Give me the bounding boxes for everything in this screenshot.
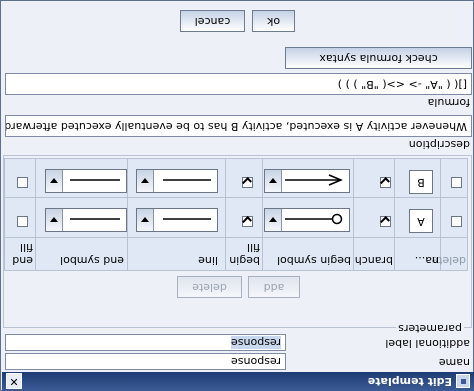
ok-button[interactable]: ok [252,10,295,32]
name-value: response [231,355,281,368]
row-divider [5,197,467,198]
header-line: line [198,254,218,267]
row-a-name: A [417,215,425,228]
additional-label-value: response [231,336,281,349]
row-b-branch-checkbox[interactable] [380,177,391,188]
col-divider [262,159,263,270]
row-a-begin-fill-checkbox[interactable] [242,216,253,227]
name-label: name [438,356,470,369]
chevron-down-icon[interactable] [137,209,154,231]
formula-value: []( ( "A" -> <>( "B" ) ) ) [337,78,467,91]
row-a-branch-checkbox[interactable] [380,216,391,227]
chevron-down-icon[interactable] [265,170,282,192]
chevron-down-icon[interactable] [137,170,154,192]
plain-end-line-icon [70,179,120,181]
parameters-title: parameters [396,322,464,335]
header-begin-symbol: begin symbol [277,254,351,267]
additional-label-label: additional label [385,337,470,350]
row-a-line-combo[interactable] [136,208,218,232]
col-divider [35,159,36,270]
row-a-end-fill-checkbox[interactable] [17,216,28,227]
row-a-delete-checkbox[interactable] [451,216,462,227]
chevron-down-icon[interactable] [46,209,63,231]
check-formula-syntax-button[interactable]: check formula syntax [285,47,472,69]
col-divider [394,159,395,270]
row-a-end-symbol-combo[interactable] [45,208,127,232]
header-end-fill: end fill [12,241,33,267]
title-bar[interactable]: Edit template ✕ [2,372,474,391]
name-field[interactable]: response [5,353,286,370]
formula-field[interactable]: []( ( "A" -> <>( "B" ) ) ) [5,73,472,95]
col-divider [225,159,226,270]
row-a-begin-symbol-combo[interactable] [264,208,350,232]
row-a-name-cell[interactable]: A [409,209,433,233]
header-branch: branch [354,254,393,267]
row-b-end-symbol-combo[interactable] [45,169,127,193]
row-b-delete-checkbox[interactable] [451,177,462,188]
solid-line-icon [163,179,211,181]
col-divider [127,159,128,270]
additional-label-field[interactable]: response [5,334,286,351]
row-b-begin-fill-checkbox[interactable] [242,177,253,188]
header-end-symbol: end symbol [60,254,124,267]
open-arrow-symbol-icon [285,174,343,186]
description-label: description [408,138,470,151]
formula-label: formula [427,96,470,109]
row-b-begin-symbol-combo[interactable] [264,169,350,193]
plain-end-line-icon [70,218,120,220]
window-title: Edit template [367,375,452,388]
chevron-down-icon[interactable] [46,170,63,192]
header-begin-fill: begin fill [229,241,260,267]
solid-line-icon [163,218,211,220]
window-icon [456,374,470,388]
close-icon: ✕ [9,375,19,388]
delete-parameter-button[interactable]: delete [177,276,242,298]
row-b-name: B [417,176,425,189]
description-field[interactable]: Whenever activity A is executed, activit… [5,115,472,137]
description-value: Whenever activity A is executed, activit… [5,120,467,133]
row-divider [5,237,467,238]
circle-symbol-icon [285,213,343,225]
chevron-down-icon[interactable] [265,209,282,231]
row-b-name-cell[interactable]: B [409,170,433,194]
row-b-line-combo[interactable] [136,169,218,193]
row-b-end-fill-checkbox[interactable] [17,177,28,188]
add-parameter-button[interactable]: add [248,276,300,298]
close-button[interactable]: ✕ [6,373,22,389]
cancel-button[interactable]: cancel [180,10,245,32]
header-name: na... [414,254,439,267]
